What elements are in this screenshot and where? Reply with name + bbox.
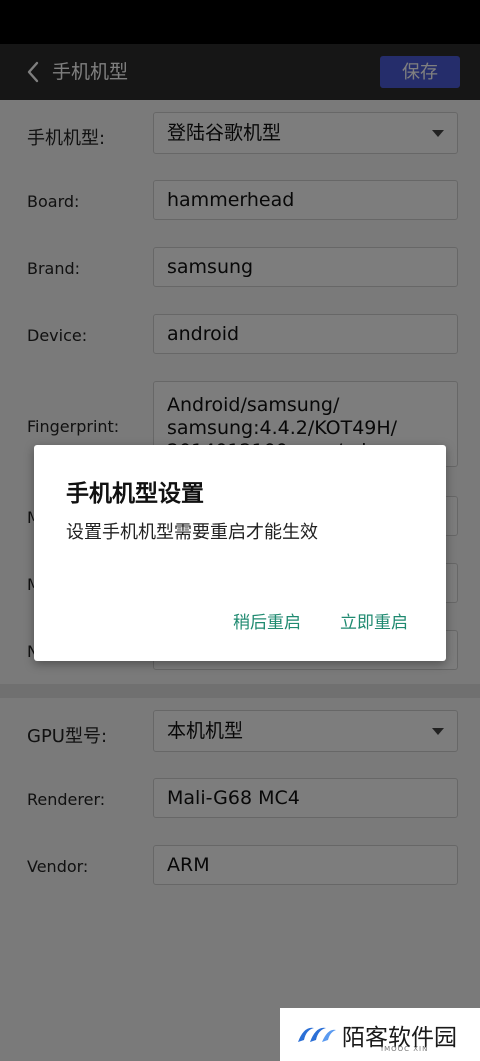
watermark-subtext: IMOOC XIN <box>381 1045 429 1053</box>
dialog-title: 手机机型设置 <box>66 481 204 507</box>
restart-dialog: 手机机型设置 设置手机机型需要重启才能生效 稍后重启 立即重启 <box>34 445 446 661</box>
watermark-logo-icon <box>298 1027 336 1042</box>
restart-now-button[interactable]: 立即重启 <box>340 608 408 633</box>
watermark: 陌客软件园 IMOOC XIN <box>280 1008 480 1061</box>
dialog-message: 设置手机机型需要重启才能生效 <box>66 522 318 543</box>
status-bar <box>0 0 480 44</box>
restart-later-button[interactable]: 稍后重启 <box>233 608 301 633</box>
